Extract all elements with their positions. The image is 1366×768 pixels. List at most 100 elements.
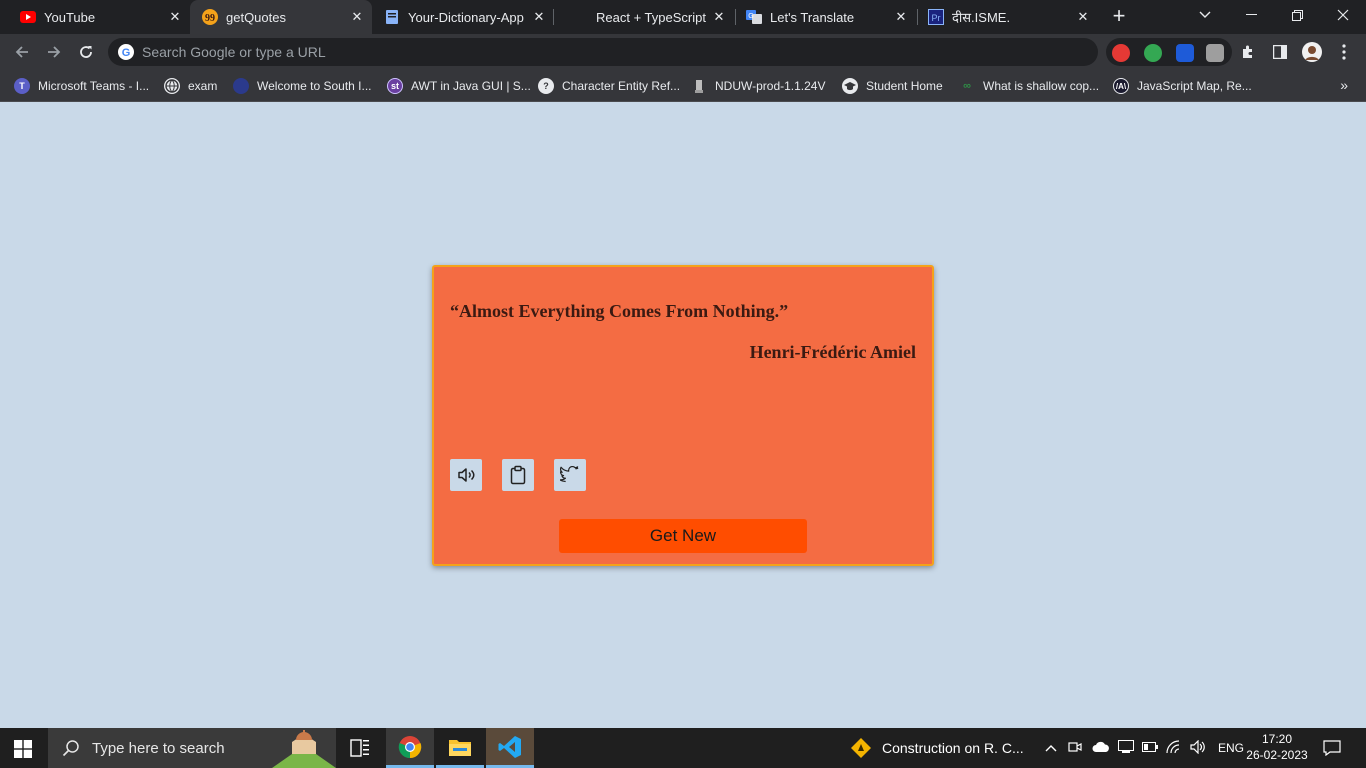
speaker-icon [458,468,475,482]
university-icon [233,78,249,94]
network-status-icon[interactable] [1118,739,1134,757]
bookmark-teams[interactable]: T Microsoft Teams - I... [14,77,149,95]
tab-react[interactable]: React + TypeScript + I ✕ [554,0,734,34]
help-icon: ? [538,78,554,94]
youtube-icon [20,9,36,25]
bookmark-nduw[interactable]: NDUW-prod-1.1.24V [691,77,825,95]
search-icon [62,740,79,757]
tweet-button[interactable] [554,459,586,491]
close-tab-icon[interactable]: ✕ [710,8,728,26]
svg-text:G: G [748,13,753,20]
forward-arrow-icon[interactable] [42,40,66,64]
clipboard-icon [510,465,526,485]
pr-favicon: Pr [928,9,944,25]
tab-youtube[interactable]: YouTube ✕ [0,0,190,34]
bookmark-label: Student Home [866,79,943,93]
bookmarks-bar: T Microsoft Teams - I... exam Welcome to… [0,70,1366,102]
copy-button[interactable] [502,459,534,491]
tab-title: React + TypeScript + I [596,9,710,25]
language-indicator[interactable]: ENG [1218,741,1244,755]
task-view-button[interactable] [336,728,384,768]
bookmark-label: What is shallow cop... [983,79,1100,93]
close-window-button[interactable] [1320,0,1366,30]
address-bar[interactable]: G [108,38,1098,66]
vscode-icon [498,735,521,758]
browser-toolbar: G [0,34,1366,70]
tab-title: Your-Dictionary-App [408,9,524,25]
restore-button[interactable] [1274,0,1320,30]
puzzle-icon[interactable] [1238,42,1258,62]
bookmark-shallow-copy[interactable]: ∞ What is shallow cop... [959,77,1099,95]
bookmark-exam[interactable]: exam [164,77,217,95]
student-icon [842,78,858,94]
notification-text: Construction on R. C... [882,740,1024,756]
battery-icon[interactable] [1142,741,1158,755]
add-extension-icon[interactable] [1144,44,1162,62]
task-view-icon [350,739,369,757]
url-input[interactable] [142,44,1042,60]
bookmark-label: Character Entity Ref... [562,79,681,93]
reload-icon[interactable] [74,40,98,64]
extensions-group [1106,38,1232,66]
quote-card: “Almost Everything Comes From Nothing.” … [432,265,934,566]
speak-button[interactable] [450,459,482,491]
windows-start-icon[interactable] [14,740,32,758]
back-arrow-icon[interactable] [10,40,34,64]
taskbar-search-placeholder: Type here to search [92,739,225,757]
onedrive-icon[interactable] [1092,741,1110,756]
code-icon: /A\ [1113,78,1129,94]
kebab-menu-icon[interactable] [1334,42,1354,62]
video-extension-icon[interactable] [1176,44,1194,62]
vscode-taskbar-button[interactable] [486,728,534,768]
weather-notification[interactable]: Construction on R. C... [850,728,1024,768]
tab-title: दीस.ISME. [952,10,1011,25]
clock[interactable]: 17:20 26-02-2023 [1244,731,1310,763]
emblem-icon [691,78,707,94]
wifi-icon[interactable] [1166,739,1182,757]
close-tab-icon[interactable]: ✕ [530,8,548,26]
search-highlight-icon [272,730,336,768]
new-tab-button[interactable]: + [1108,5,1130,27]
side-panel-icon[interactable] [1270,42,1290,62]
bookmark-character-entity[interactable]: ? Character Entity Ref... [538,77,680,95]
svg-text:Pr: Pr [932,13,941,23]
st-icon: st [387,78,403,94]
bookmark-student-home[interactable]: Student Home [842,77,943,95]
bookmarks-overflow-icon[interactable]: » [1340,77,1348,93]
tab-title: YouTube [44,9,96,25]
bookmark-label: JavaScript Map, Re... [1137,79,1252,93]
chrome-taskbar-button[interactable] [386,728,434,768]
twitter-icon [560,466,579,483]
folder-icon [449,739,471,756]
photo-extension-icon[interactable] [1206,44,1224,62]
minimize-button[interactable] [1228,0,1274,30]
close-tab-icon[interactable]: ✕ [1074,8,1092,26]
close-tab-icon[interactable]: ✕ [166,8,184,26]
tab-pr[interactable]: Pr दीस.ISME. ✕ [918,0,1098,34]
notification-center-button[interactable] [1312,728,1352,768]
bookmark-awt[interactable]: st AWT in Java GUI | S... [387,77,531,95]
tab-search-chevron-icon[interactable] [1182,0,1228,30]
tab-dictionary[interactable]: Your-Dictionary-App ✕ [372,0,554,34]
dictionary-favicon [384,9,400,25]
volume-icon[interactable] [1190,739,1206,757]
google-icon: G [118,44,134,60]
bookmark-js-map[interactable]: /A\ JavaScript Map, Re... [1113,77,1252,95]
get-new-button[interactable]: Get New [559,519,807,553]
page-content: “Almost Everything Comes From Nothing.” … [0,103,1366,728]
meet-now-icon[interactable] [1068,740,1082,757]
close-tab-icon[interactable]: ✕ [892,8,910,26]
taskbar: Type here to search Construction on R. C… [0,728,1366,768]
clock-time: 17:20 [1261,732,1293,746]
show-hidden-icons-icon[interactable] [1044,741,1058,755]
close-tab-icon[interactable]: ✕ [348,8,366,26]
bookmark-south[interactable]: Welcome to South I... [233,77,372,95]
tab-getquotes[interactable]: 99 getQuotes ✕ [190,0,372,34]
taskbar-search[interactable]: Type here to search [48,728,336,768]
clock-date: 26-02-2023 [1246,748,1308,762]
file-explorer-taskbar-button[interactable] [436,728,484,768]
block-extension-icon[interactable] [1112,44,1130,62]
tab-translate[interactable]: G Let's Translate ✕ [736,0,916,34]
svg-text:G: G [122,47,131,59]
avatar[interactable] [1302,42,1322,62]
